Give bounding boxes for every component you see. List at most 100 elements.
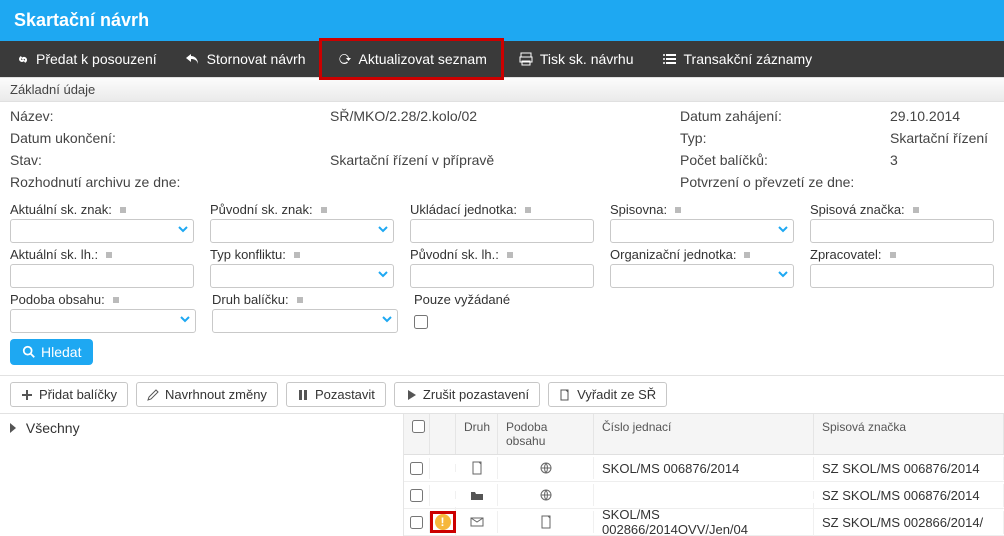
package-type-select[interactable] [212,309,398,333]
current-period-input[interactable] [10,264,194,288]
search-icon [22,345,36,359]
warning-icon: ! [435,514,451,530]
print-label: Tisk sk. návrhu [540,51,634,67]
doc-icon [470,461,484,475]
link-icon [14,51,30,67]
select-all-checkbox[interactable] [412,420,425,433]
row-druh-cell [456,457,498,479]
folder-icon [470,488,484,502]
tree-item-all[interactable]: Všechny [10,420,393,436]
refresh-icon [336,51,352,67]
window-titlebar: Skartační návrh [0,0,1004,41]
sort-icon [295,295,307,305]
sort-icon [118,205,130,215]
window-title: Skartační návrh [14,10,149,30]
propose-changes-button[interactable]: Navrhnout změny [136,382,278,407]
row-sz-cell: SZ SKOL/MS 006876/2014 [814,484,1004,507]
storage-unit-label: Ukládací jednotka: [410,202,517,217]
current-mark-select[interactable] [10,219,194,243]
takeover-confirm-label: Potvrzení o převzetí ze dne: [680,174,854,190]
propose-changes-label: Navrhnout změny [165,387,267,402]
only-requested-label: Pouze vyžádané [414,292,510,307]
row-cj-cell: SKOL/MS 002866/2014OVV/Jen/04 [594,503,814,536]
start-date-label: Datum zahájení: [680,108,890,124]
col-cj[interactable]: Číslo jednací [594,414,814,454]
col-druh[interactable]: Druh [456,414,498,454]
log-label: Transakční záznamy [684,51,813,67]
state-label: Stav: [10,152,330,168]
row-checkbox[interactable] [410,489,423,502]
row-sz-cell: SZ SKOL/MS 006876/2014 [814,457,1004,480]
section-basic-data: Základní údaje [0,77,1004,102]
refresh-list-button[interactable]: Aktualizovat seznam [319,38,503,80]
col-podoba[interactable]: Podoba obsahu [498,414,594,454]
sort-icon [523,205,535,215]
sort-icon [673,205,685,215]
col-sz[interactable]: Spisová značka [814,414,1004,454]
cancel-label: Stornovat návrh [207,51,306,67]
col-warn [430,414,456,454]
package-type-label: Druh balíčku: [212,292,289,307]
transaction-log-button[interactable]: Transakční záznamy [648,41,827,77]
play-icon [405,389,417,401]
unpause-button[interactable]: Zrušit pozastavení [394,382,540,407]
archive-decision-value [330,174,680,190]
original-mark-select[interactable] [210,219,394,243]
submit-button[interactable]: Předat k posouzení [0,41,171,77]
row-warn-cell [430,464,456,472]
original-period-input[interactable] [410,264,594,288]
row-checkbox[interactable] [410,516,423,529]
row-cj-cell: SKOL/MS 006876/2014 [594,457,814,480]
sort-icon [911,205,923,215]
add-packages-button[interactable]: Přidat balíčky [10,382,128,407]
original-mark-label: Původní sk. znak: [210,202,313,217]
row-warn-cell [430,491,456,499]
globe-icon [539,461,553,475]
row-sz-cell: SZ SKOL/MS 002866/2014/ [814,511,1004,534]
remove-from-sr-button[interactable]: Vyřadit ze SŘ [548,382,667,407]
table-row[interactable]: SKOL/MS 006876/2014SZ SKOL/MS 006876/201… [404,455,1004,482]
archive-decision-label: Rozhodnutí archivu ze dne: [10,174,330,190]
row-podoba-cell [498,484,594,506]
type-value: Skartační řízení [890,130,994,146]
sort-icon [111,295,123,305]
registry-label: Spisovna: [610,202,667,217]
storage-unit-input[interactable] [410,219,594,243]
tree-panel: Všechny [0,414,404,536]
globe-icon [539,488,553,502]
print-button[interactable]: Tisk sk. návrhu [504,41,648,77]
registry-select[interactable] [610,219,794,243]
action-bar: Přidat balíčky Navrhnout změny Pozastavi… [0,375,1004,413]
original-period-label: Původní sk. lh.: [410,247,499,262]
table-row[interactable]: !SKOL/MS 002866/2014OVV/Jen/04SZ SKOL/MS… [404,509,1004,536]
conflict-type-label: Typ konfliktu: [210,247,286,262]
pause-button[interactable]: Pozastavit [286,382,386,407]
org-unit-label: Organizační jednotka: [610,247,736,262]
plus-icon [21,389,33,401]
conflict-type-select[interactable] [210,264,394,288]
state-value: Skartační řízení v přípravě [330,152,680,168]
row-podoba-cell [498,511,594,533]
row-druh-cell [456,484,498,506]
submit-label: Předat k posouzení [36,51,157,67]
caret-right-icon [10,423,16,433]
cancel-proposal-button[interactable]: Stornovat návrh [171,41,320,77]
main-toolbar: Předat k posouzení Stornovat návrh Aktua… [0,41,1004,77]
doc-icon [539,515,553,529]
content-form-select[interactable] [10,309,196,333]
org-unit-select[interactable] [610,264,794,288]
file-mark-input[interactable] [810,219,994,243]
sort-icon [319,205,331,215]
row-podoba-cell [498,457,594,479]
sort-icon [742,250,754,260]
row-checkbox-cell [404,458,430,479]
details-panel: Název: SŘ/MKO/2.28/2.kolo/02 Datum zaháj… [0,102,1004,198]
grid-body: SKOL/MS 006876/2014SZ SKOL/MS 006876/201… [404,455,1004,536]
edit-icon [147,389,159,401]
count-value: 3 [890,152,994,168]
row-checkbox[interactable] [410,462,423,475]
only-requested-checkbox[interactable] [414,315,428,329]
search-button[interactable]: Hledat [10,339,93,365]
col-checkbox[interactable] [404,414,430,454]
processor-input[interactable] [810,264,994,288]
